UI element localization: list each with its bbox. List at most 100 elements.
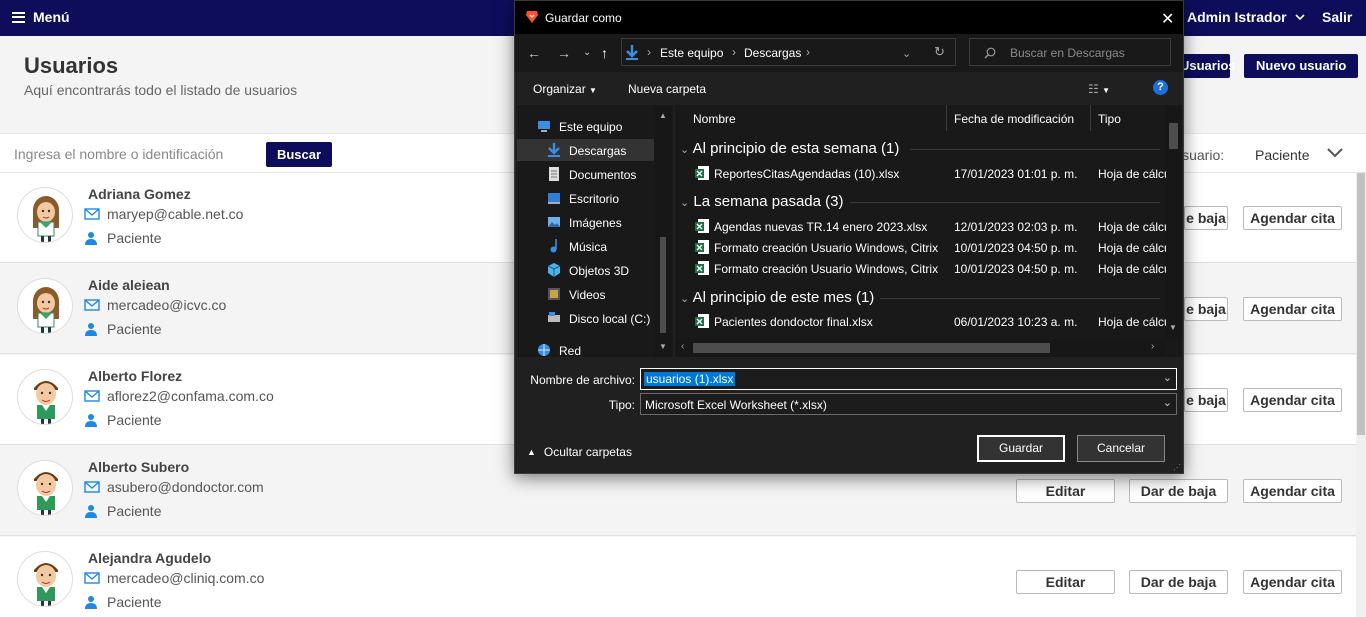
page-scrollbar[interactable]	[1356, 173, 1366, 617]
scroll-right-icon[interactable]: ›	[1151, 341, 1154, 352]
resize-grip-icon[interactable]: ⋰	[1173, 463, 1181, 472]
dialog-search-input[interactable]: Buscar en Descargas	[969, 38, 1171, 66]
file-row[interactable]: Formato creación Usuario Windows, Citrix…	[695, 259, 1166, 279]
file-row[interactable]: ReportesCitasAgendadas (10).xlsx 17/01/20…	[695, 164, 1166, 184]
nav-item[interactable]: Escritorio	[517, 187, 654, 209]
organize-menu[interactable]: Organizar ▼	[533, 82, 597, 96]
user-menu[interactable]: Admin Istrador	[1187, 9, 1305, 25]
nav-item[interactable]: Descargas	[517, 139, 654, 161]
file-name: Agendas nuevas TR.14 enero 2023.xlsx	[714, 220, 928, 234]
excel-file-icon	[695, 261, 709, 275]
file-date: 17/01/2023 01:01 p. m.	[954, 167, 1078, 181]
avatar	[17, 551, 73, 607]
column-header-type[interactable]: Tipo	[1098, 112, 1121, 139]
scroll-left-icon[interactable]: ‹	[681, 341, 684, 352]
filetype-value: Microsoft Excel Worksheet (*.xlsx)	[645, 398, 827, 412]
hide-folders-toggle[interactable]: ▲ Ocultar carpetas	[527, 445, 632, 459]
up-arrow-icon[interactable]: ↑	[601, 45, 608, 61]
deactivate-button[interactable]: e baja	[1184, 206, 1228, 230]
divider	[880, 298, 1160, 299]
scrollbar-thumb[interactable]	[1357, 173, 1365, 435]
avatar	[17, 278, 73, 334]
file-row[interactable]: Formato creación Usuario Windows, Citrix…	[695, 238, 1166, 258]
scroll-down-icon[interactable]: ▼	[1169, 323, 1177, 332]
person-icon	[85, 505, 97, 518]
file-name: Formato creación Usuario Windows, Citrix…	[714, 262, 939, 276]
scroll-up-icon[interactable]: ▲	[659, 111, 667, 120]
chevron-down-icon[interactable]: ⌄	[1163, 371, 1172, 384]
filetype-label: Tipo:	[608, 398, 635, 412]
cube-icon	[547, 263, 561, 277]
breadcrumb-this-pc[interactable]: Este equipo	[660, 46, 723, 60]
column-divider[interactable]	[1090, 105, 1091, 131]
column-header-date[interactable]: Fecha de modificación	[954, 112, 1074, 139]
file-group-header[interactable]: ⌄ La semana pasada (3)	[680, 193, 1165, 210]
logout-link[interactable]: Salir	[1322, 9, 1352, 25]
filetype-select[interactable]: Microsoft Excel Worksheet (*.xlsx) ⌄	[640, 393, 1177, 415]
file-row[interactable]: Pacientes dondoctor final.xlsx 06/01/2023…	[695, 312, 1166, 332]
file-vertical-scrollbar[interactable]: ▼	[1165, 105, 1182, 339]
chevron-down-icon[interactable]	[1326, 144, 1344, 162]
person-icon	[85, 232, 97, 245]
deactivate-button[interactable]: e baja	[1184, 297, 1228, 321]
close-icon[interactable]: ✕	[1161, 9, 1174, 29]
nav-item[interactable]: Este equipo	[517, 115, 654, 137]
nav-item[interactable]: Red	[517, 339, 654, 361]
scrollbar-thumb[interactable]	[660, 237, 666, 333]
menu-button[interactable]: Menú	[12, 9, 70, 25]
history-chevron-icon[interactable]: ⌄	[902, 47, 911, 60]
schedule-appointment-button[interactable]: Agendar cita	[1243, 570, 1342, 594]
file-group-header[interactable]: ⌄ Al principio de este mes (1)	[680, 289, 1165, 306]
file-row[interactable]: Agendas nuevas TR.14 enero 2023.xlsx 12/0…	[695, 217, 1166, 237]
chevron-down-icon[interactable]: ⌄	[1163, 396, 1172, 409]
deactivate-button[interactable]: Dar de baja	[1129, 570, 1228, 594]
search-input[interactable]: Ingresa el nombre o identificación	[14, 146, 223, 162]
address-bar[interactable]: › Este equipo › Descargas › ⌄ ↻	[621, 38, 956, 66]
scrollbar-thumb[interactable]	[693, 343, 1050, 353]
schedule-appointment-button[interactable]: Agendar cita	[1243, 479, 1342, 503]
refresh-icon[interactable]: ↻	[934, 44, 945, 60]
nav-scrollbar[interactable]: ▲ ▼	[654, 105, 672, 357]
deactivate-button[interactable]: e baja	[1184, 388, 1228, 412]
scrollbar-thumb[interactable]	[1169, 123, 1178, 149]
file-horizontal-scrollbar[interactable]: ‹ ›	[675, 339, 1165, 357]
breadcrumb-downloads[interactable]: Descargas	[744, 46, 801, 60]
recent-chevron-icon[interactable]: ⌄	[583, 47, 591, 58]
user-type-select[interactable]: Paciente	[1255, 147, 1309, 163]
nav-item[interactable]: Imágenes	[517, 211, 654, 233]
breadcrumb-separator: ›	[647, 45, 651, 59]
browser-icon	[526, 11, 538, 23]
help-icon[interactable]: ?	[1153, 80, 1168, 95]
schedule-appointment-button[interactable]: Agendar cita	[1243, 388, 1342, 412]
user-email-text: asubero@dondoctor.com	[107, 479, 264, 495]
scroll-down-icon[interactable]: ▼	[659, 342, 667, 351]
nav-item[interactable]: Videos	[517, 283, 654, 305]
deactivate-button[interactable]: Dar de baja	[1129, 479, 1228, 503]
chevron-down-icon: ⌄	[680, 144, 690, 156]
search-button[interactable]: Buscar	[266, 142, 332, 167]
new-user-button[interactable]: Nuevo usuario	[1244, 54, 1359, 78]
nav-item-label: Documentos	[569, 168, 637, 182]
nav-item[interactable]: Música	[517, 235, 654, 257]
view-options-icon[interactable]: ☷ ▼	[1088, 82, 1110, 96]
person-icon	[85, 414, 97, 427]
nav-item[interactable]: Objetos 3D	[517, 259, 654, 281]
schedule-appointment-button[interactable]: Agendar cita	[1243, 206, 1342, 230]
column-divider[interactable]	[946, 105, 947, 131]
dialog-titlebar: Guardar como ✕	[515, 1, 1183, 34]
edit-button[interactable]: Editar	[1016, 570, 1115, 594]
file-group-label: La semana pasada (3)	[693, 193, 844, 210]
nav-item[interactable]: Disco local (C:)	[517, 307, 654, 329]
schedule-appointment-button[interactable]: Agendar cita	[1243, 297, 1342, 321]
nav-item[interactable]: Documentos	[517, 163, 654, 185]
save-button[interactable]: Guardar	[977, 435, 1065, 462]
cancel-button[interactable]: Cancelar	[1077, 435, 1165, 462]
file-group-header[interactable]: ⌄ Al principio de esta semana (1)	[680, 140, 1165, 157]
filename-input[interactable]: usuarios (1).xlsx ⌄	[640, 368, 1177, 390]
back-arrow-icon[interactable]: ←	[527, 45, 541, 61]
nav-item-label: Videos	[569, 288, 606, 302]
edit-button[interactable]: Editar	[1016, 479, 1115, 503]
forward-arrow-icon[interactable]: →	[557, 45, 571, 61]
column-header-name[interactable]: Nombre	[693, 112, 736, 139]
new-folder-button[interactable]: Nueva carpeta	[628, 82, 706, 96]
